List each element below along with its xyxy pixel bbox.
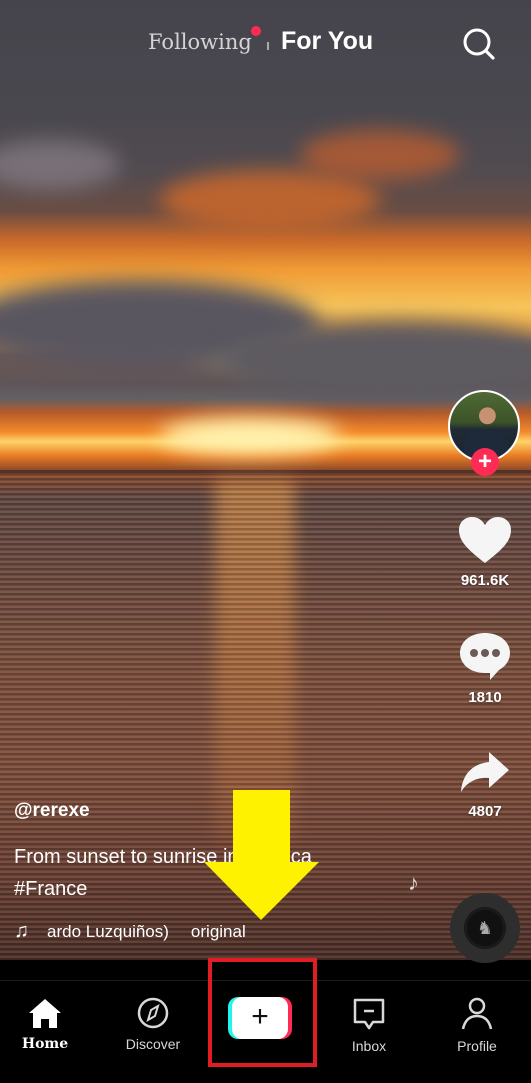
like-count: 961.6K [460, 572, 510, 589]
tab-for-you[interactable]: For You [281, 27, 373, 56]
comment-bubble-icon [460, 633, 510, 680]
home-icon [29, 999, 61, 1028]
person-icon [461, 997, 493, 1030]
plus-icon: + [477, 448, 492, 475]
nav-home-label: Home [21, 1036, 69, 1052]
nav-inbox[interactable]: Inbox [319, 997, 419, 1054]
feed-tabs: Following For You [0, 26, 531, 62]
comment-button[interactable]: 1810 [445, 630, 525, 706]
nav-inbox-label: Inbox [351, 1038, 387, 1054]
music-note-icon: ♫ [14, 920, 29, 942]
nav-profile-label: Profile [457, 1038, 497, 1054]
like-button[interactable]: 961.6K [445, 515, 525, 589]
video-cloud [0, 140, 120, 190]
search-icon [463, 28, 495, 60]
annotation-down-arrow [204, 790, 319, 920]
new-content-dot [251, 26, 261, 36]
annotation-highlight-box [208, 958, 317, 1067]
video-cloud [160, 170, 380, 230]
floating-music-notes-icon: ♪ [408, 870, 419, 895]
share-arrow-icon [461, 752, 509, 792]
compass-icon [137, 997, 169, 1029]
comment-count: 1810 [468, 689, 502, 706]
tab-following[interactable]: Following [148, 30, 252, 54]
video-cloud [300, 130, 460, 180]
sound-cover-icon: ♞ [467, 910, 503, 946]
inbox-message-icon [353, 998, 385, 1030]
video-cloud [220, 320, 531, 400]
nav-discover-label: Discover [125, 1036, 181, 1052]
sound-original-label: original [190, 922, 246, 941]
nav-profile[interactable]: Profile [427, 997, 527, 1054]
video-sun [160, 418, 340, 454]
share-count: 4807 [468, 803, 502, 820]
search-button[interactable] [460, 24, 498, 64]
sound-disc-button[interactable]: ♞ [450, 893, 520, 963]
follow-button[interactable]: + [471, 448, 499, 476]
heart-icon [459, 517, 511, 563]
sound-title: ardo Luzquiños) [47, 922, 169, 941]
nav-home[interactable]: Home [0, 997, 95, 1052]
tab-divider [267, 42, 269, 50]
share-button[interactable]: 4807 [445, 750, 525, 820]
sound-marquee[interactable]: ♫ ardo Luzquiños) original [14, 920, 246, 943]
creator-username[interactable]: @rerexe [14, 800, 90, 822]
nav-discover[interactable]: Discover [103, 997, 203, 1052]
